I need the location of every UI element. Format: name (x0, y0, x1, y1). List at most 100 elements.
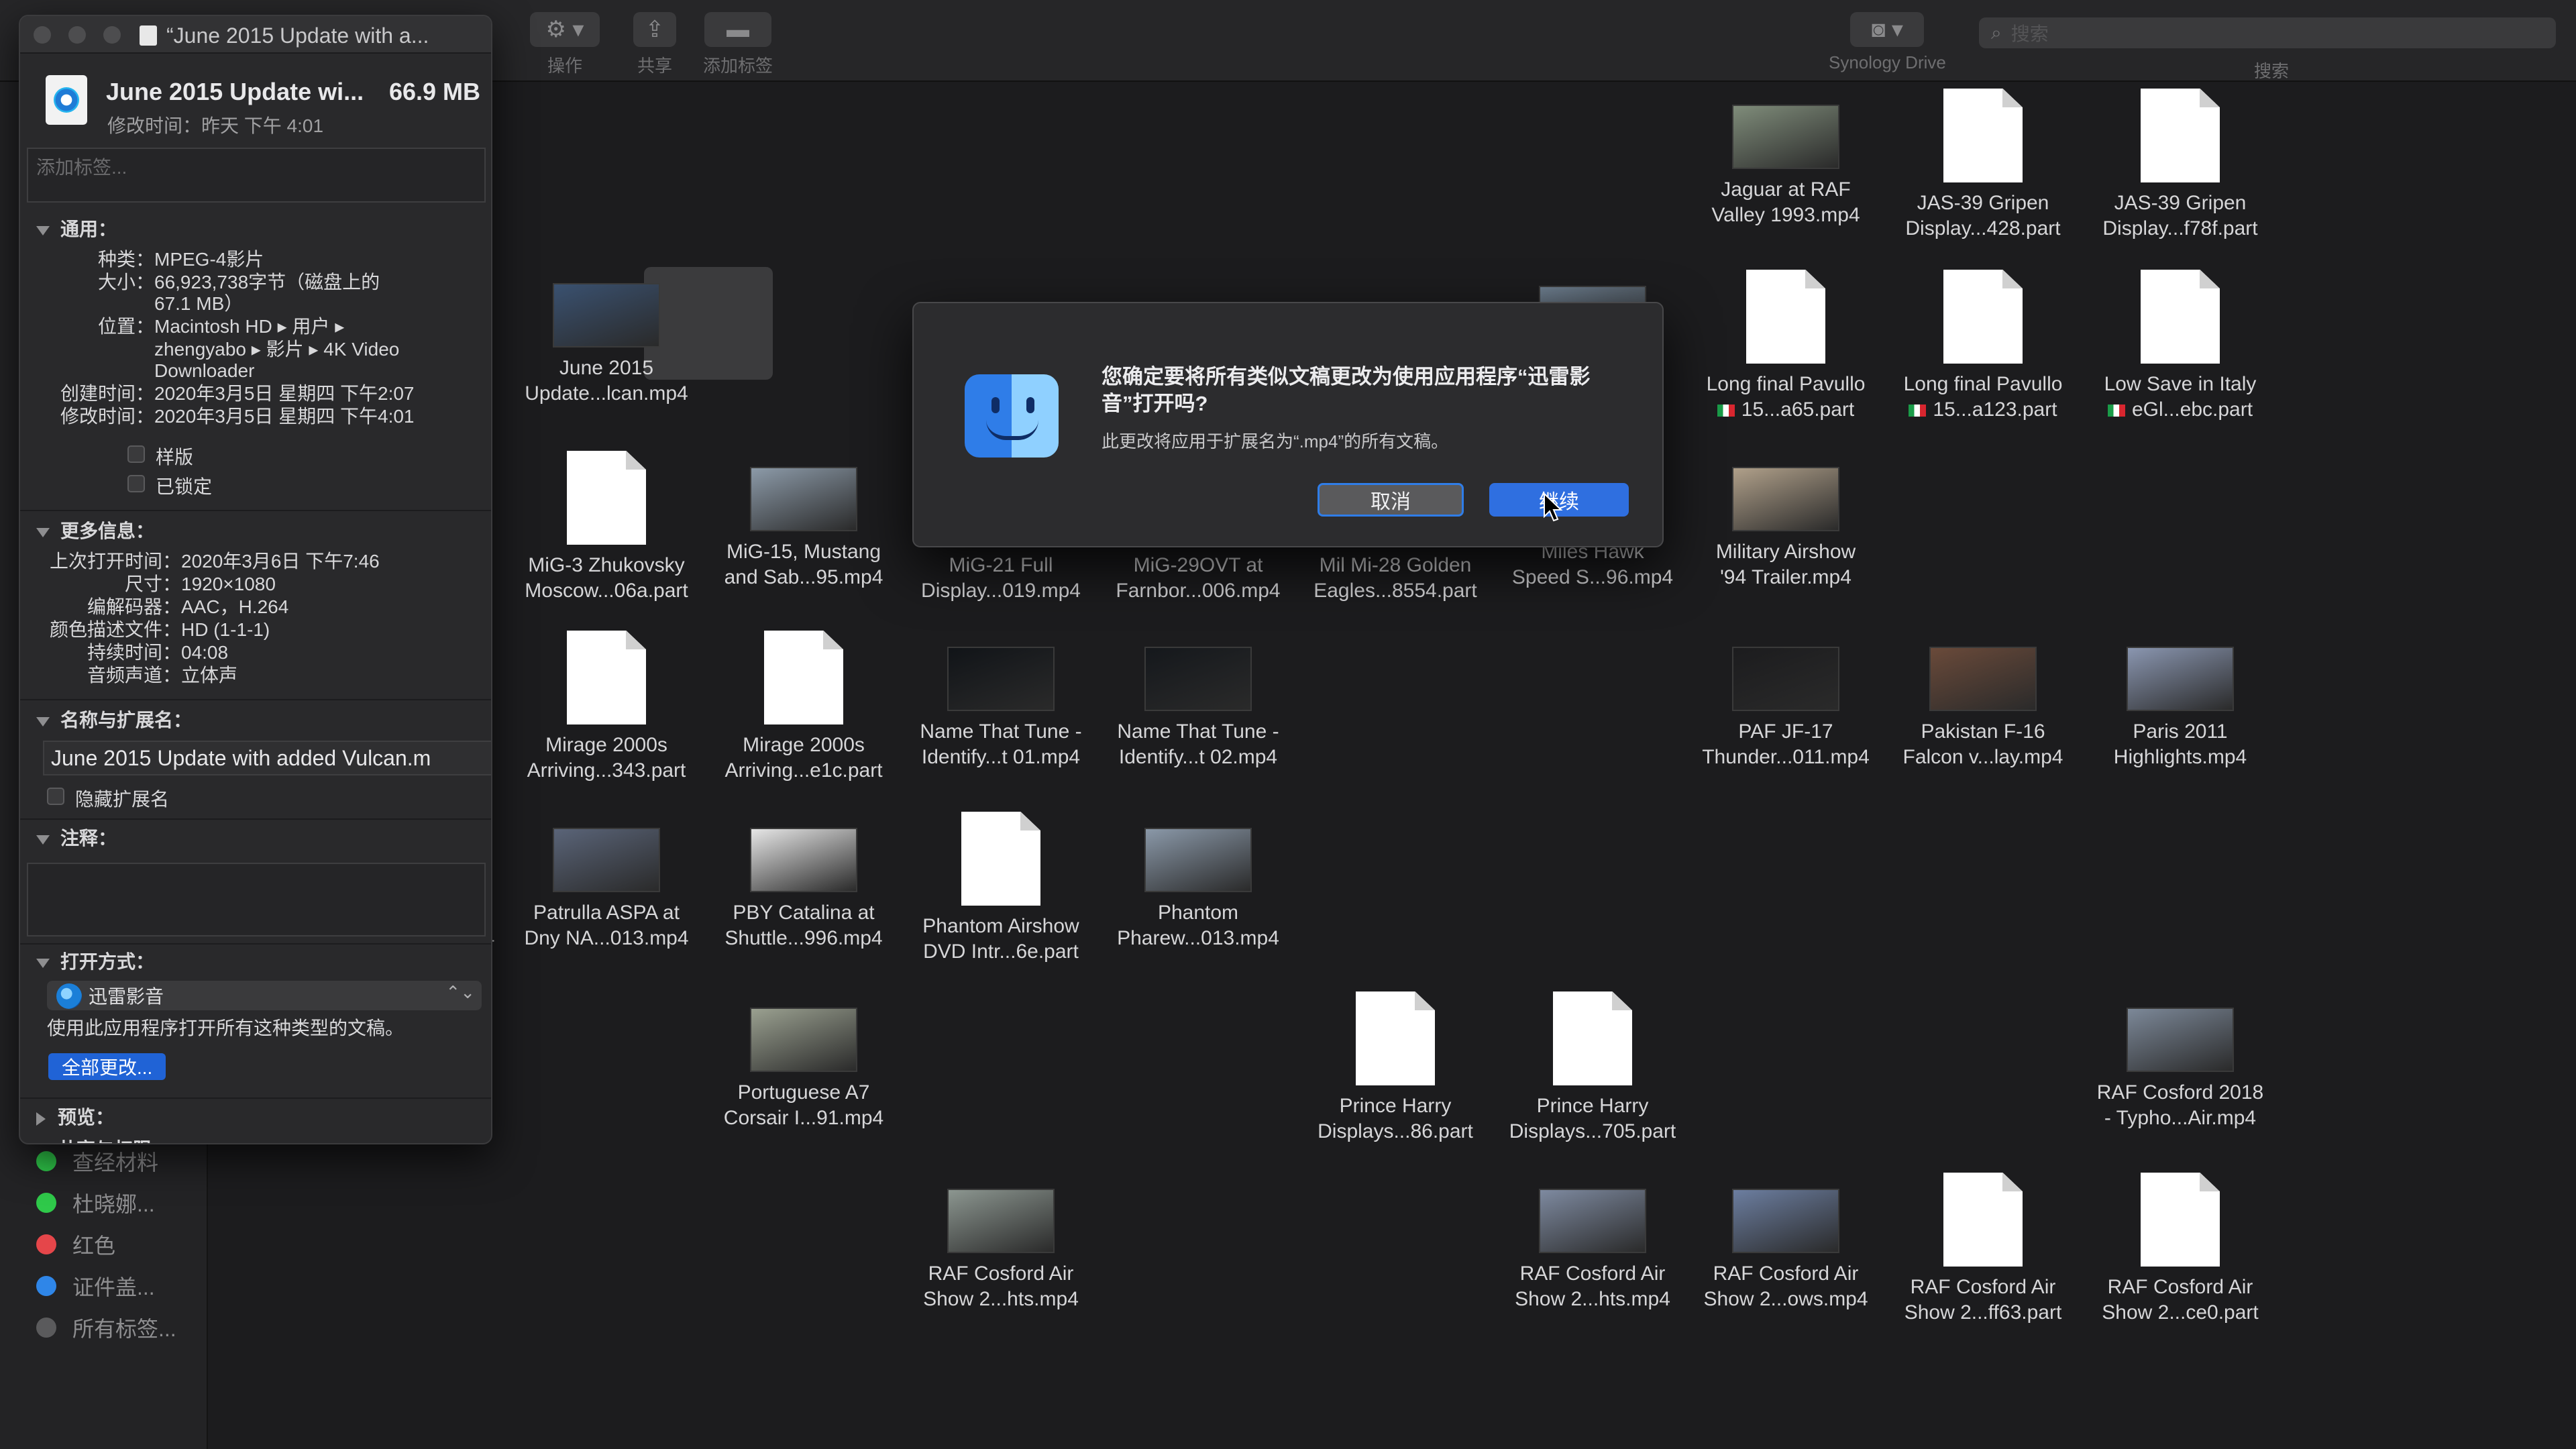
general-section-header[interactable]: 通用： (36, 215, 117, 241)
locked-checkbox[interactable] (127, 475, 145, 492)
file-item[interactable]: RAF Cosford Air Show 2...hts.mp4 (1492, 1173, 1693, 1312)
filename-value: June 2015 Update with added Vulcan.m (51, 746, 431, 770)
finder-window: ⚙ ▾ 操作 ⇪ 共享 ▬ 添加标签 ◙ ▾ Synology Drive ⌕ … (0, 0, 2576, 1449)
video-thumbnail (2127, 647, 2234, 711)
sidebar-tag-3[interactable]: 证件盖... (36, 1269, 155, 1303)
name-ext-section-header[interactable]: 名称与扩展名： (36, 706, 192, 733)
file-name-line2: Identify...t 02.mp4 (1118, 746, 1278, 768)
file-item[interactable]: Paris 2011 Highlights.mp4 (2080, 631, 2281, 770)
file-name-line1: Name That Tune - (920, 720, 1082, 743)
file-item[interactable]: Long final Pavullo 15...a123.part (1882, 270, 2084, 423)
file-item[interactable]: Long final Pavullo 15...a65.part (1685, 270, 1886, 423)
italy-flag-icon (1909, 405, 1927, 417)
file-name-line1: June 2015 (559, 357, 654, 379)
dimensions-value: 1920×1080 (181, 574, 276, 594)
change-all-button[interactable]: 全部更改... (48, 1053, 166, 1080)
file-name-line1: Low Save in Italy (2104, 373, 2257, 395)
open-with-select[interactable]: 迅雷影音 ⌃⌄ (47, 981, 482, 1010)
kind-label: 种类： (97, 249, 154, 270)
file-item[interactable]: Mirage 2000s Arriving...e1c.part (703, 631, 904, 784)
more-info-section-header[interactable]: 更多信息： (36, 517, 154, 543)
file-name-line1: Mirage 2000s (545, 734, 667, 756)
file-name-line2: 15...a65.part (1685, 397, 1886, 423)
comments-textarea[interactable] (27, 863, 486, 936)
file-item[interactable]: JAS-39 Gripen Display...428.part (1882, 89, 2084, 241)
stationery-checkbox[interactable] (127, 445, 145, 463)
file-item[interactable]: June 2015 Update...lcan.mp4 (506, 267, 707, 407)
file-item[interactable]: RAF Cosford Air Show 2...ff63.part (1882, 1173, 2084, 1326)
tags-field[interactable]: 添加标签... (27, 148, 486, 203)
gear-icon[interactable]: ⚙ ▾ (530, 12, 600, 47)
disclosure-triangle-icon (36, 835, 50, 845)
file-item[interactable]: RAF Cosford Air Show 2...ows.mp4 (1685, 1173, 1886, 1312)
zoom-button[interactable] (103, 26, 121, 44)
action-toolbar-group[interactable]: ⚙ ▾ 操作 (530, 12, 600, 77)
file-item[interactable]: PBY Catalina at Shuttle...996.mp4 (703, 812, 904, 951)
share-icon[interactable]: ⇪ (633, 12, 676, 47)
codecs-value: AAC，H.264 (181, 596, 289, 617)
action-label: 操作 (547, 56, 582, 76)
file-item[interactable]: Name That Tune - Identify...t 01.mp4 (900, 631, 1102, 770)
comments-section-header[interactable]: 注释： (36, 824, 117, 851)
hide-extension-checkbox[interactable] (47, 788, 64, 805)
file-name-line2: Identify...t 01.mp4 (921, 746, 1081, 768)
tags-toolbar-group[interactable]: ▬ 添加标签 (703, 12, 773, 77)
file-item[interactable]: Mirage 2000s Arriving...343.part (506, 631, 707, 784)
file-name-line2: Display...428.part (1905, 217, 2061, 239)
minimize-button[interactable] (68, 26, 86, 44)
file-item[interactable]: Phantom Pharew...013.mp4 (1097, 812, 1299, 951)
search-input[interactable]: ⌕ 搜索 (1979, 17, 2556, 48)
file-item[interactable]: RAF Cosford Air Show 2...ce0.part (2080, 1173, 2281, 1326)
file-name-line2: Show 2...ows.mp4 (1703, 1288, 1868, 1310)
file-item[interactable]: Prince Harry Displays...705.part (1492, 991, 1693, 1144)
video-thumbnail (750, 828, 857, 892)
file-item[interactable]: Portuguese A7 Corsair I...91.mp4 (703, 991, 904, 1131)
codecs-label: 编解码器： (87, 596, 181, 617)
file-name-line1: Jaguar at RAF (1721, 178, 1851, 201)
file-item[interactable]: Low Save in Italy eGl...ebc.part (2080, 270, 2281, 423)
file-item[interactable]: Military Airshow '94 Trailer.mp4 (1685, 451, 1886, 590)
preview-header-label: 预览： (58, 1107, 115, 1128)
file-item[interactable]: MiG-15, Mustang and Sab...95.mp4 (703, 451, 904, 590)
sidebar-tag-0[interactable]: 查经材料 (36, 1144, 158, 1178)
sharing-section-header[interactable]: 共享与权限： (36, 1135, 170, 1143)
close-button[interactable] (34, 26, 51, 44)
file-name-line2: 15...a123.part (1882, 397, 2084, 423)
file-name-line2: Corsair I...91.mp4 (723, 1107, 884, 1129)
tag-icon[interactable]: ▬ (704, 12, 771, 47)
file-item[interactable]: RAF Cosford 2018 - Typho...Air.mp4 (2080, 991, 2281, 1131)
document-file-icon (2141, 1173, 2220, 1267)
file-item[interactable]: PAF JF-17 Thunder...011.mp4 (1685, 631, 1886, 770)
file-item[interactable]: JAS-39 Gripen Display...f78f.part (2080, 89, 2281, 241)
synology-toolbar-group[interactable]: ◙ ▾ Synology Drive (1829, 12, 1946, 73)
filename-field[interactable]: June 2015 Update with added Vulcan.m (43, 741, 491, 775)
file-item[interactable]: RAF Cosford Air Show 2...hts.mp4 (900, 1173, 1102, 1312)
tag-color-dot (36, 1193, 56, 1213)
file-item[interactable]: MiG-3 Zhukovsky Moscow...06a.part (506, 451, 707, 604)
file-item[interactable]: Phantom Airshow DVD Intr...6e.part (900, 812, 1102, 965)
file-name-line2: Show 2...ce0.part (2102, 1301, 2259, 1324)
sidebar-tag-4[interactable]: 所有标签... (36, 1311, 176, 1344)
file-name-line1: Paris 2011 (2133, 720, 2228, 743)
file-item[interactable]: Prince Harry Displays...86.part (1295, 991, 1496, 1144)
cancel-button[interactable]: 取消 (1318, 483, 1464, 517)
file-item[interactable]: Pakistan F-16 Falcon v...lay.mp4 (1882, 631, 2084, 770)
file-item[interactable]: Patrulla ASPA at Dny NA...013.mp4 (506, 812, 707, 951)
synology-drive-icon[interactable]: ◙ ▾ (1850, 12, 1925, 47)
size-label: 大小： (97, 272, 154, 292)
share-toolbar-group[interactable]: ⇪ 共享 (633, 12, 676, 77)
file-name-line2: Highlights.mp4 (2113, 746, 2247, 768)
file-name-line2: Arriving...e1c.part (724, 759, 883, 782)
file-name-line1: Phantom (1157, 902, 1239, 924)
duration-value: 04:08 (181, 642, 229, 663)
file-item[interactable]: Jaguar at RAF Valley 1993.mp4 (1685, 89, 1886, 228)
sidebar-tag-2[interactable]: 红色 (36, 1228, 115, 1261)
open-with-section-header[interactable]: 打开方式： (36, 947, 154, 974)
sidebar-tag-1[interactable]: 杜晓娜... (36, 1186, 155, 1220)
open-with-header-label: 打开方式： (60, 951, 155, 972)
info-titlebar: “June 2015 Update with a... (20, 16, 491, 54)
created-row: 创建时间：2020年3月5日 星期四 下午2:07 (20, 382, 415, 405)
file-item[interactable]: Name That Tune - Identify...t 02.mp4 (1097, 631, 1299, 770)
file-name-line2: Show 2...ff63.part (1904, 1301, 2062, 1324)
preview-section-header[interactable]: 预览： (36, 1103, 114, 1130)
